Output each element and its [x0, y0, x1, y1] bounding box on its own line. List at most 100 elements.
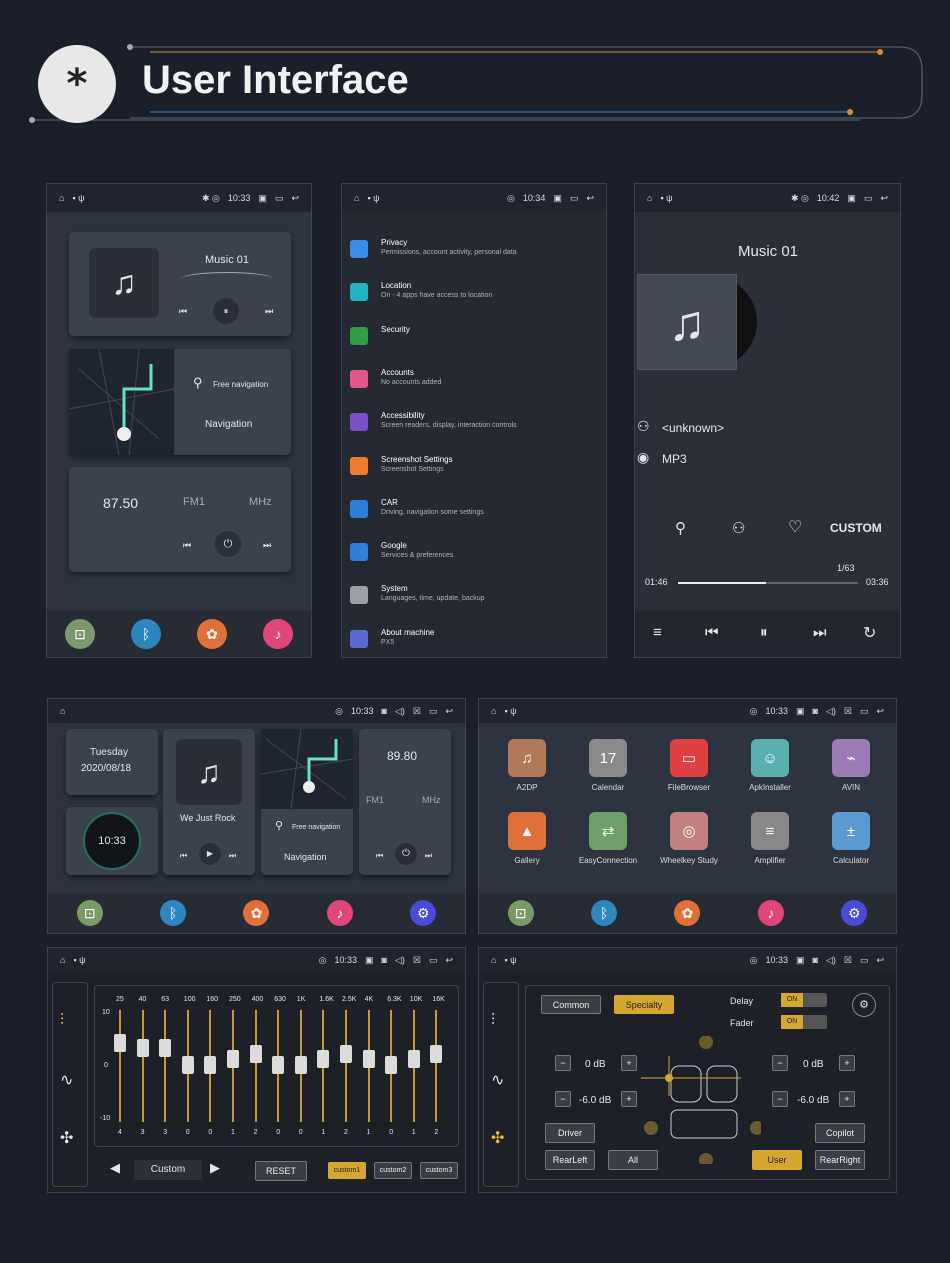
home-icon[interactable]: ⌂	[60, 955, 65, 965]
volume-icon[interactable]: ◁)	[826, 955, 836, 966]
previous-icon[interactable]: ⏮	[705, 624, 719, 641]
volume-icon[interactable]: ◁)	[826, 706, 836, 717]
band-knob[interactable]	[317, 1050, 330, 1069]
settings-item[interactable]: System Languages, time, update, backup	[350, 582, 598, 622]
screenshot-icon[interactable]: ▣	[365, 955, 374, 966]
close-box-icon[interactable]: ☒	[844, 955, 852, 966]
window-icon[interactable]: ▭	[429, 706, 438, 717]
back-icon[interactable]: ↩	[586, 193, 594, 204]
app-a2dp[interactable]: ♫ A2DP	[497, 739, 557, 792]
camera-icon[interactable]: ◙	[382, 706, 387, 716]
radio-next-button[interactable]: ⏭	[263, 540, 271, 551]
radio-prev-button[interactable]: ⏮	[376, 851, 383, 861]
balance-icon[interactable]: ✣	[491, 1128, 504, 1148]
band-knob[interactable]	[227, 1050, 239, 1069]
car-settings-icon[interactable]: ⚙	[852, 993, 876, 1017]
close-box-icon[interactable]: ☒	[413, 706, 421, 717]
front-left-plus[interactable]: +	[621, 1055, 637, 1071]
bluetooth-icon[interactable]: ᛒ	[131, 619, 161, 649]
band-knob[interactable]	[407, 1050, 420, 1069]
play-button[interactable]: ▶	[199, 843, 221, 865]
video-icon[interactable]: ✿	[243, 900, 270, 926]
progress-bar[interactable]	[678, 582, 858, 584]
prev-button[interactable]: ⏮	[180, 851, 187, 861]
window-icon[interactable]: ▭	[860, 955, 869, 966]
bluetooth-icon[interactable]: ᛒ	[591, 900, 618, 926]
waveform-icon[interactable]: ∿	[60, 1070, 73, 1090]
next-button[interactable]: ⏭	[229, 851, 236, 861]
rearright-button[interactable]: RearRight	[815, 1150, 865, 1170]
video-icon[interactable]: ✿	[674, 900, 701, 926]
front-right-minus[interactable]: −	[772, 1055, 788, 1071]
rear-left-plus[interactable]: +	[621, 1091, 637, 1107]
radio-prev-button[interactable]: ⏮	[183, 540, 191, 551]
custom-button[interactable]: CUSTOM	[830, 521, 882, 535]
band-knob[interactable]	[362, 1050, 375, 1069]
home-icon[interactable]: ⌂	[60, 706, 65, 716]
front-left-minus[interactable]: −	[555, 1055, 571, 1071]
home-icon[interactable]: ⌂	[59, 193, 64, 203]
band-knob[interactable]	[385, 1056, 398, 1074]
rear-right-minus[interactable]: −	[772, 1091, 788, 1107]
pause-button[interactable]: ⏸	[213, 298, 239, 324]
preset-custom1[interactable]: custom1	[328, 1162, 366, 1179]
back-icon[interactable]: ↩	[876, 955, 884, 966]
band-knob[interactable]	[340, 1044, 352, 1063]
camera-icon[interactable]: ◙	[813, 955, 818, 965]
next-button[interactable]: ⏭	[265, 306, 273, 317]
band-slider[interactable]	[181, 1010, 194, 1122]
prev-button[interactable]: ⏮	[179, 306, 187, 317]
power-button[interactable]: ⏻	[215, 531, 241, 557]
band-knob[interactable]	[430, 1044, 443, 1063]
next-icon[interactable]: ⏭	[813, 624, 827, 641]
band-slider[interactable]	[430, 1010, 443, 1122]
home-icon[interactable]: ⌂	[491, 706, 496, 716]
band-knob[interactable]	[114, 1033, 126, 1052]
copilot-button[interactable]: Copilot	[815, 1123, 865, 1143]
settings-item[interactable]: CAR Driving, navigation some settings	[350, 496, 598, 536]
band-slider[interactable]	[136, 1010, 149, 1122]
eq-sliders-icon[interactable]: ⫶	[491, 1012, 495, 1030]
settings-item[interactable]: Security	[350, 323, 598, 363]
heart-icon[interactable]: ♡	[788, 517, 802, 537]
front-right-plus[interactable]: +	[839, 1055, 855, 1071]
settings-item[interactable]: Accessibility Screen readers, display, in…	[350, 409, 598, 449]
music-icon[interactable]: ♪	[326, 900, 353, 926]
band-slider[interactable]	[362, 1010, 375, 1122]
repeat-icon[interactable]: ↻	[863, 623, 876, 643]
band-slider[interactable]	[227, 1010, 239, 1122]
rear-left-minus[interactable]: −	[555, 1091, 571, 1107]
camera-icon[interactable]: ◙	[382, 955, 387, 965]
playlist-icon[interactable]: ≡	[653, 624, 662, 641]
app-apkinstaller[interactable]: ☺ ApkInstaller	[740, 739, 800, 792]
settings-item[interactable]: Google Services & preferences	[350, 539, 598, 579]
music-card[interactable]: ♫ We Just Rock ⏮ ▶ ⏭	[163, 729, 255, 875]
app-calendar[interactable]: 17 Calendar	[578, 739, 638, 792]
back-icon[interactable]: ↩	[445, 955, 453, 966]
music-card[interactable]: ♫ Music 01 ⏮ ⏸ ⏭	[69, 232, 291, 336]
back-icon[interactable]: ↩	[445, 706, 453, 717]
radio-next-button[interactable]: ⏭	[425, 851, 432, 861]
band-knob[interactable]	[136, 1039, 149, 1058]
back-icon[interactable]: ↩	[876, 706, 884, 717]
settings-icon[interactable]: ⚙	[410, 900, 437, 926]
band-slider[interactable]	[385, 1010, 398, 1122]
user-button[interactable]: User	[752, 1150, 802, 1170]
close-box-icon[interactable]: ☒	[844, 706, 852, 717]
preset-custom3[interactable]: custom3	[420, 1162, 458, 1179]
band-knob[interactable]	[294, 1056, 307, 1074]
pause-icon[interactable]: ⏸	[760, 624, 768, 641]
band-slider[interactable]	[294, 1010, 307, 1122]
band-knob[interactable]	[272, 1056, 285, 1074]
settings-item[interactable]: Screenshot Settings Screenshot Settings	[350, 453, 598, 493]
video-icon[interactable]: ✿	[197, 619, 227, 649]
app-amplifier[interactable]: ≡ Amplifier	[740, 812, 800, 865]
all-button[interactable]: All	[608, 1150, 658, 1170]
radio-icon[interactable]: ⊡	[507, 900, 534, 926]
band-slider[interactable]	[317, 1010, 330, 1122]
home-icon[interactable]: ⌂	[491, 955, 496, 965]
volume-icon[interactable]: ◁)	[395, 955, 405, 966]
screenshot-icon[interactable]: ▣	[847, 193, 856, 204]
band-slider[interactable]	[340, 1010, 352, 1122]
bluetooth-icon[interactable]: ᛒ	[160, 900, 187, 926]
